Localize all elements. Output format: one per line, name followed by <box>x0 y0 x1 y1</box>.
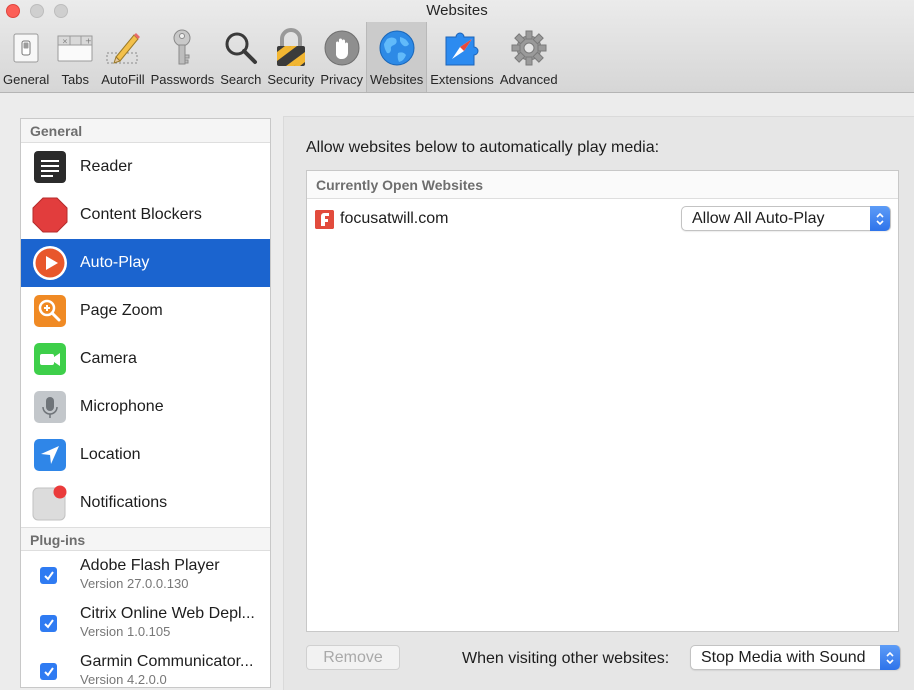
plugin-item-garmin[interactable]: Garmin Communicator... Version 4.2.0.0 <box>21 647 270 687</box>
key-icon <box>162 28 202 68</box>
auto-play-prompt: Allow websites below to automatically pl… <box>306 139 660 156</box>
microphone-icon <box>32 389 68 425</box>
toolbar-security-label: Security <box>267 72 315 87</box>
sidebar-item-reader[interactable]: Reader <box>21 143 270 191</box>
open-websites-list[interactable]: Currently Open Websites focusatwill.com … <box>306 170 899 632</box>
sidebar-item-location[interactable]: Location <box>21 431 270 479</box>
toolbar-general[interactable]: General <box>0 22 52 92</box>
puzzle-compass-icon <box>442 28 482 68</box>
open-websites-header: Currently Open Websites <box>307 171 898 199</box>
plugin-checkbox[interactable] <box>40 663 57 680</box>
sidebar-item-label: Content Blockers <box>80 206 202 223</box>
gear-icon <box>509 28 549 68</box>
toolbar-autofill[interactable]: AutoFill <box>98 22 147 92</box>
toolbar-extensions[interactable]: Extensions <box>427 22 497 92</box>
globe-icon <box>377 28 417 68</box>
sidebar-item-camera[interactable]: Camera <box>21 335 270 383</box>
sidebar-item-microphone[interactable]: Microphone <box>21 383 270 431</box>
notifications-icon <box>32 485 68 521</box>
toolbar-general-label: General <box>3 72 50 87</box>
toolbar-extensions-label: Extensions <box>430 72 494 87</box>
toolbar-autofill-label: AutoFill <box>101 72 145 87</box>
window-title: Websites <box>426 2 488 19</box>
plugin-item-adobe-flash[interactable]: Adobe Flash Player Version 27.0.0.130 <box>21 551 270 599</box>
plugin-name: Garmin Communicator... <box>80 653 254 670</box>
sidebar-item-notifications[interactable]: Notifications <box>21 479 270 527</box>
toolbar-passwords-label: Passwords <box>150 72 215 87</box>
toolbar-websites[interactable]: Websites <box>365 22 428 92</box>
magnifier-icon <box>221 28 261 68</box>
toolbar-privacy-label: Privacy <box>320 72 363 87</box>
reader-icon <box>32 149 68 185</box>
focusatwill-favicon-icon <box>315 209 334 229</box>
plugin-version: Version 4.2.0.0 <box>80 672 167 687</box>
toolbar-security[interactable]: Security <box>264 22 317 92</box>
sidebar-item-label: Camera <box>80 350 137 367</box>
camera-icon <box>32 341 68 377</box>
remove-button[interactable]: Remove <box>306 645 400 670</box>
toolbar-tabs-label: Tabs <box>61 72 89 87</box>
toolbar-advanced[interactable]: Advanced <box>497 22 561 92</box>
toolbar-search-label: Search <box>220 72 262 87</box>
stop-sign-icon <box>32 197 68 233</box>
plugins-section-header: Plug-ins <box>21 527 270 551</box>
plugin-version: Version 27.0.0.130 <box>80 576 189 591</box>
plugin-checkbox[interactable] <box>40 615 57 632</box>
site-autoplay-select[interactable]: Allow All Auto-Play <box>681 206 891 231</box>
auto-play-pane: Allow websites below to automatically pl… <box>283 116 914 690</box>
sidebar-item-page-zoom[interactable]: Page Zoom <box>21 287 270 335</box>
hand-icon <box>322 28 362 68</box>
plugin-name: Adobe Flash Player <box>80 557 220 574</box>
sidebar-item-auto-play[interactable]: Auto-Play <box>21 239 270 287</box>
general-section-header: General <box>21 119 270 143</box>
other-websites-select[interactable]: Stop Media with Sound <box>690 645 901 670</box>
toolbar-websites-label: Websites <box>369 72 424 87</box>
sidebar-item-label: Location <box>80 446 141 463</box>
toolbar-tabs[interactable]: × + Tabs <box>52 22 98 92</box>
tabs-icon: × + <box>55 28 95 68</box>
chevron-up-down-icon <box>870 206 890 231</box>
sidebar-item-label: Reader <box>80 158 133 175</box>
preferences-toolbar: General × + Tabs AutoFill Passwords Sear… <box>0 22 561 92</box>
sidebar-item-label: Notifications <box>80 494 168 511</box>
sidebar-item-content-blockers[interactable]: Content Blockers <box>21 191 270 239</box>
toolbar-advanced-label: Advanced <box>499 72 558 87</box>
site-name: focusatwill.com <box>340 210 449 227</box>
plugin-checkbox[interactable] <box>40 567 57 584</box>
sidebar-item-label: Page Zoom <box>80 302 163 319</box>
padlock-icon <box>271 28 311 68</box>
location-arrow-icon <box>32 437 68 473</box>
svg-text:+: + <box>85 37 92 46</box>
general-switch-icon <box>6 28 46 68</box>
plugin-version: Version 1.0.105 <box>80 624 171 639</box>
other-websites-value: Stop Media with Sound <box>701 648 866 666</box>
play-icon <box>32 245 68 281</box>
svg-text:×: × <box>62 38 68 46</box>
sidebar-item-label: Auto-Play <box>80 254 150 271</box>
other-websites-label: When visiting other websites: <box>462 650 670 667</box>
toolbar-passwords[interactable]: Passwords <box>148 22 218 92</box>
site-autoplay-value: Allow All Auto-Play <box>692 209 825 227</box>
toolbar-search[interactable]: Search <box>217 22 264 92</box>
websites-sidebar[interactable]: General Reader Content Blockers Auto-Pla… <box>20 118 271 688</box>
title-bar: Websites General × + Tabs AutoFill Passw… <box>0 0 914 93</box>
toolbar-privacy[interactable]: Privacy <box>317 22 366 92</box>
plugin-name: Citrix Online Web Depl... <box>80 605 255 622</box>
zoom-icon <box>32 293 68 329</box>
pencil-icon <box>103 28 143 68</box>
chevron-up-down-icon <box>880 645 900 670</box>
sidebar-item-label: Microphone <box>80 398 164 415</box>
plugin-item-citrix[interactable]: Citrix Online Web Depl... Version 1.0.10… <box>21 599 270 647</box>
site-row[interactable]: focusatwill.com Allow All Auto-Play <box>307 199 898 239</box>
